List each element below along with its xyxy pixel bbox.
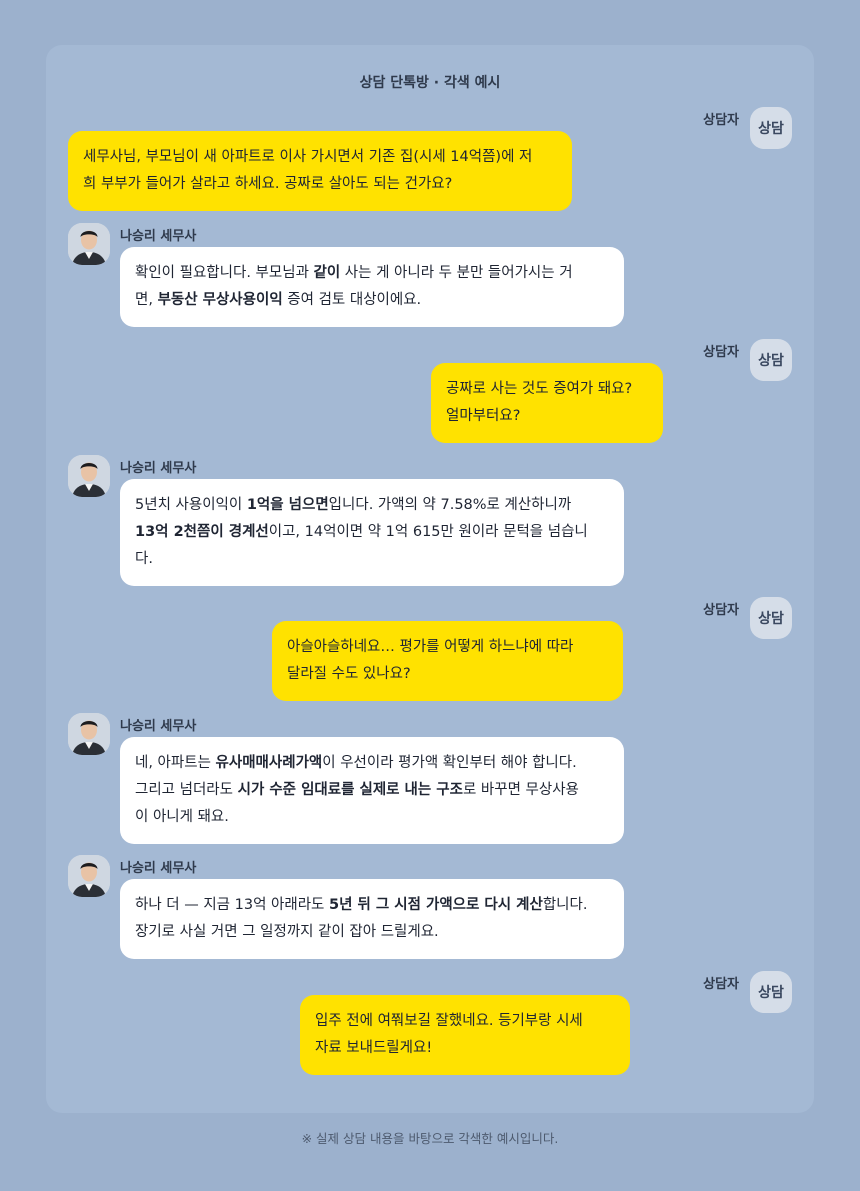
sender-name-user: 상담자	[703, 977, 739, 992]
message-text: 아슬아슬하네요… 평가를 어떻게 하느냐에 따라 달라질 수도 있나요?	[287, 639, 574, 682]
message-text: 하나 더 — 지금 13억 아래라도	[135, 897, 330, 913]
user-avatar[interactable]: 상담	[750, 971, 792, 1013]
message-bubble-pro: 하나 더 — 지금 13억 아래라도 5년 뒤 그 시점 가액으로 다시 계산합…	[120, 879, 624, 959]
sender-name-pro: 나승리 세무사	[120, 719, 197, 734]
chat-panel: 상담 단톡방 · 각색 예시 상담자 상담 세무사님, 부모님이 새 아파트로 …	[46, 45, 814, 1113]
message-bubble-pro: 5년치 사용이익이 1억을 넘으면입니다. 가액의 약 7.58%로 계산하니까…	[120, 479, 624, 586]
message-emphasis: 1억을 넘으면	[246, 497, 329, 513]
sender-name-pro: 나승리 세무사	[120, 461, 197, 476]
sender-name-user: 상담자	[703, 113, 739, 128]
message-emphasis: 시가 수준 임대료를 실제로 내는 구조	[237, 782, 463, 798]
person-photo-icon	[68, 855, 110, 897]
message-bubble-pro: 네, 아파트는 유사매매사례가액이 우선이라 평가액 확인부터 해야 합니다. …	[120, 737, 624, 844]
pro-avatar[interactable]	[68, 455, 110, 497]
pro-avatar[interactable]	[68, 223, 110, 265]
user-avatar[interactable]: 상담	[750, 107, 792, 149]
message-emphasis: 5년 뒤 그 시점 가액으로 다시 계산	[329, 897, 543, 913]
message-text: 증여 검토 대상이에요.	[282, 292, 422, 308]
person-photo-icon	[68, 455, 110, 497]
person-photo-icon	[68, 223, 110, 265]
person-photo-icon	[68, 713, 110, 755]
message-bubble-user: 아슬아슬하네요… 평가를 어떻게 하느냐에 따라 달라질 수도 있나요?	[272, 621, 623, 701]
sender-name-user: 상담자	[703, 345, 739, 360]
message-text: 세무사님, 부모님이 새 아파트로 이사 가시면서 기존 집(시세 14억쯤)에…	[83, 149, 533, 192]
sender-name-pro: 나승리 세무사	[120, 229, 197, 244]
message-emphasis: 13억 2천쯤이 경계선	[135, 524, 269, 540]
sender-name-pro: 나승리 세무사	[120, 861, 197, 876]
pro-avatar[interactable]	[68, 713, 110, 755]
message-text: 입니다. 가액의 약 7.58%로 계산하니까	[328, 497, 572, 513]
sender-name-user: 상담자	[703, 603, 739, 618]
message-bubble-user: 공짜로 사는 것도 증여가 돼요? 얼마부터요?	[431, 363, 663, 443]
message-emphasis: 부동산 무상사용이익	[157, 292, 283, 308]
message-bubble-user: 세무사님, 부모님이 새 아파트로 이사 가시면서 기존 집(시세 14억쯤)에…	[68, 131, 572, 211]
message-text: 입주 전에 여쭤보길 잘했네요. 등기부랑 시세 자료 보내드릴게요!	[315, 1013, 583, 1056]
message-emphasis: 같이	[313, 265, 341, 281]
message-bubble-user: 입주 전에 여쭤보길 잘했네요. 등기부랑 시세 자료 보내드릴게요!	[300, 995, 630, 1075]
user-avatar[interactable]: 상담	[750, 339, 792, 381]
pro-avatar[interactable]	[68, 855, 110, 897]
message-text: 공짜로 사는 것도 증여가 돼요? 얼마부터요?	[446, 381, 633, 424]
footnote: ※ 실제 상담 내용을 바탕으로 각색한 예시입니다.	[301, 1131, 559, 1146]
message-emphasis: 유사매매사례가액	[215, 755, 323, 771]
message-text: 확인이 필요합니다. 부모님과	[135, 265, 314, 281]
message-text: 네, 아파트는	[135, 755, 216, 771]
user-avatar[interactable]: 상담	[750, 597, 792, 639]
room-title: 상담 단톡방 · 각색 예시	[359, 75, 501, 91]
message-text: 5년치 사용이익이	[135, 497, 247, 513]
message-bubble-pro: 확인이 필요합니다. 부모님과 같이 사는 게 아니라 두 분만 들어가시는 거…	[120, 247, 624, 327]
